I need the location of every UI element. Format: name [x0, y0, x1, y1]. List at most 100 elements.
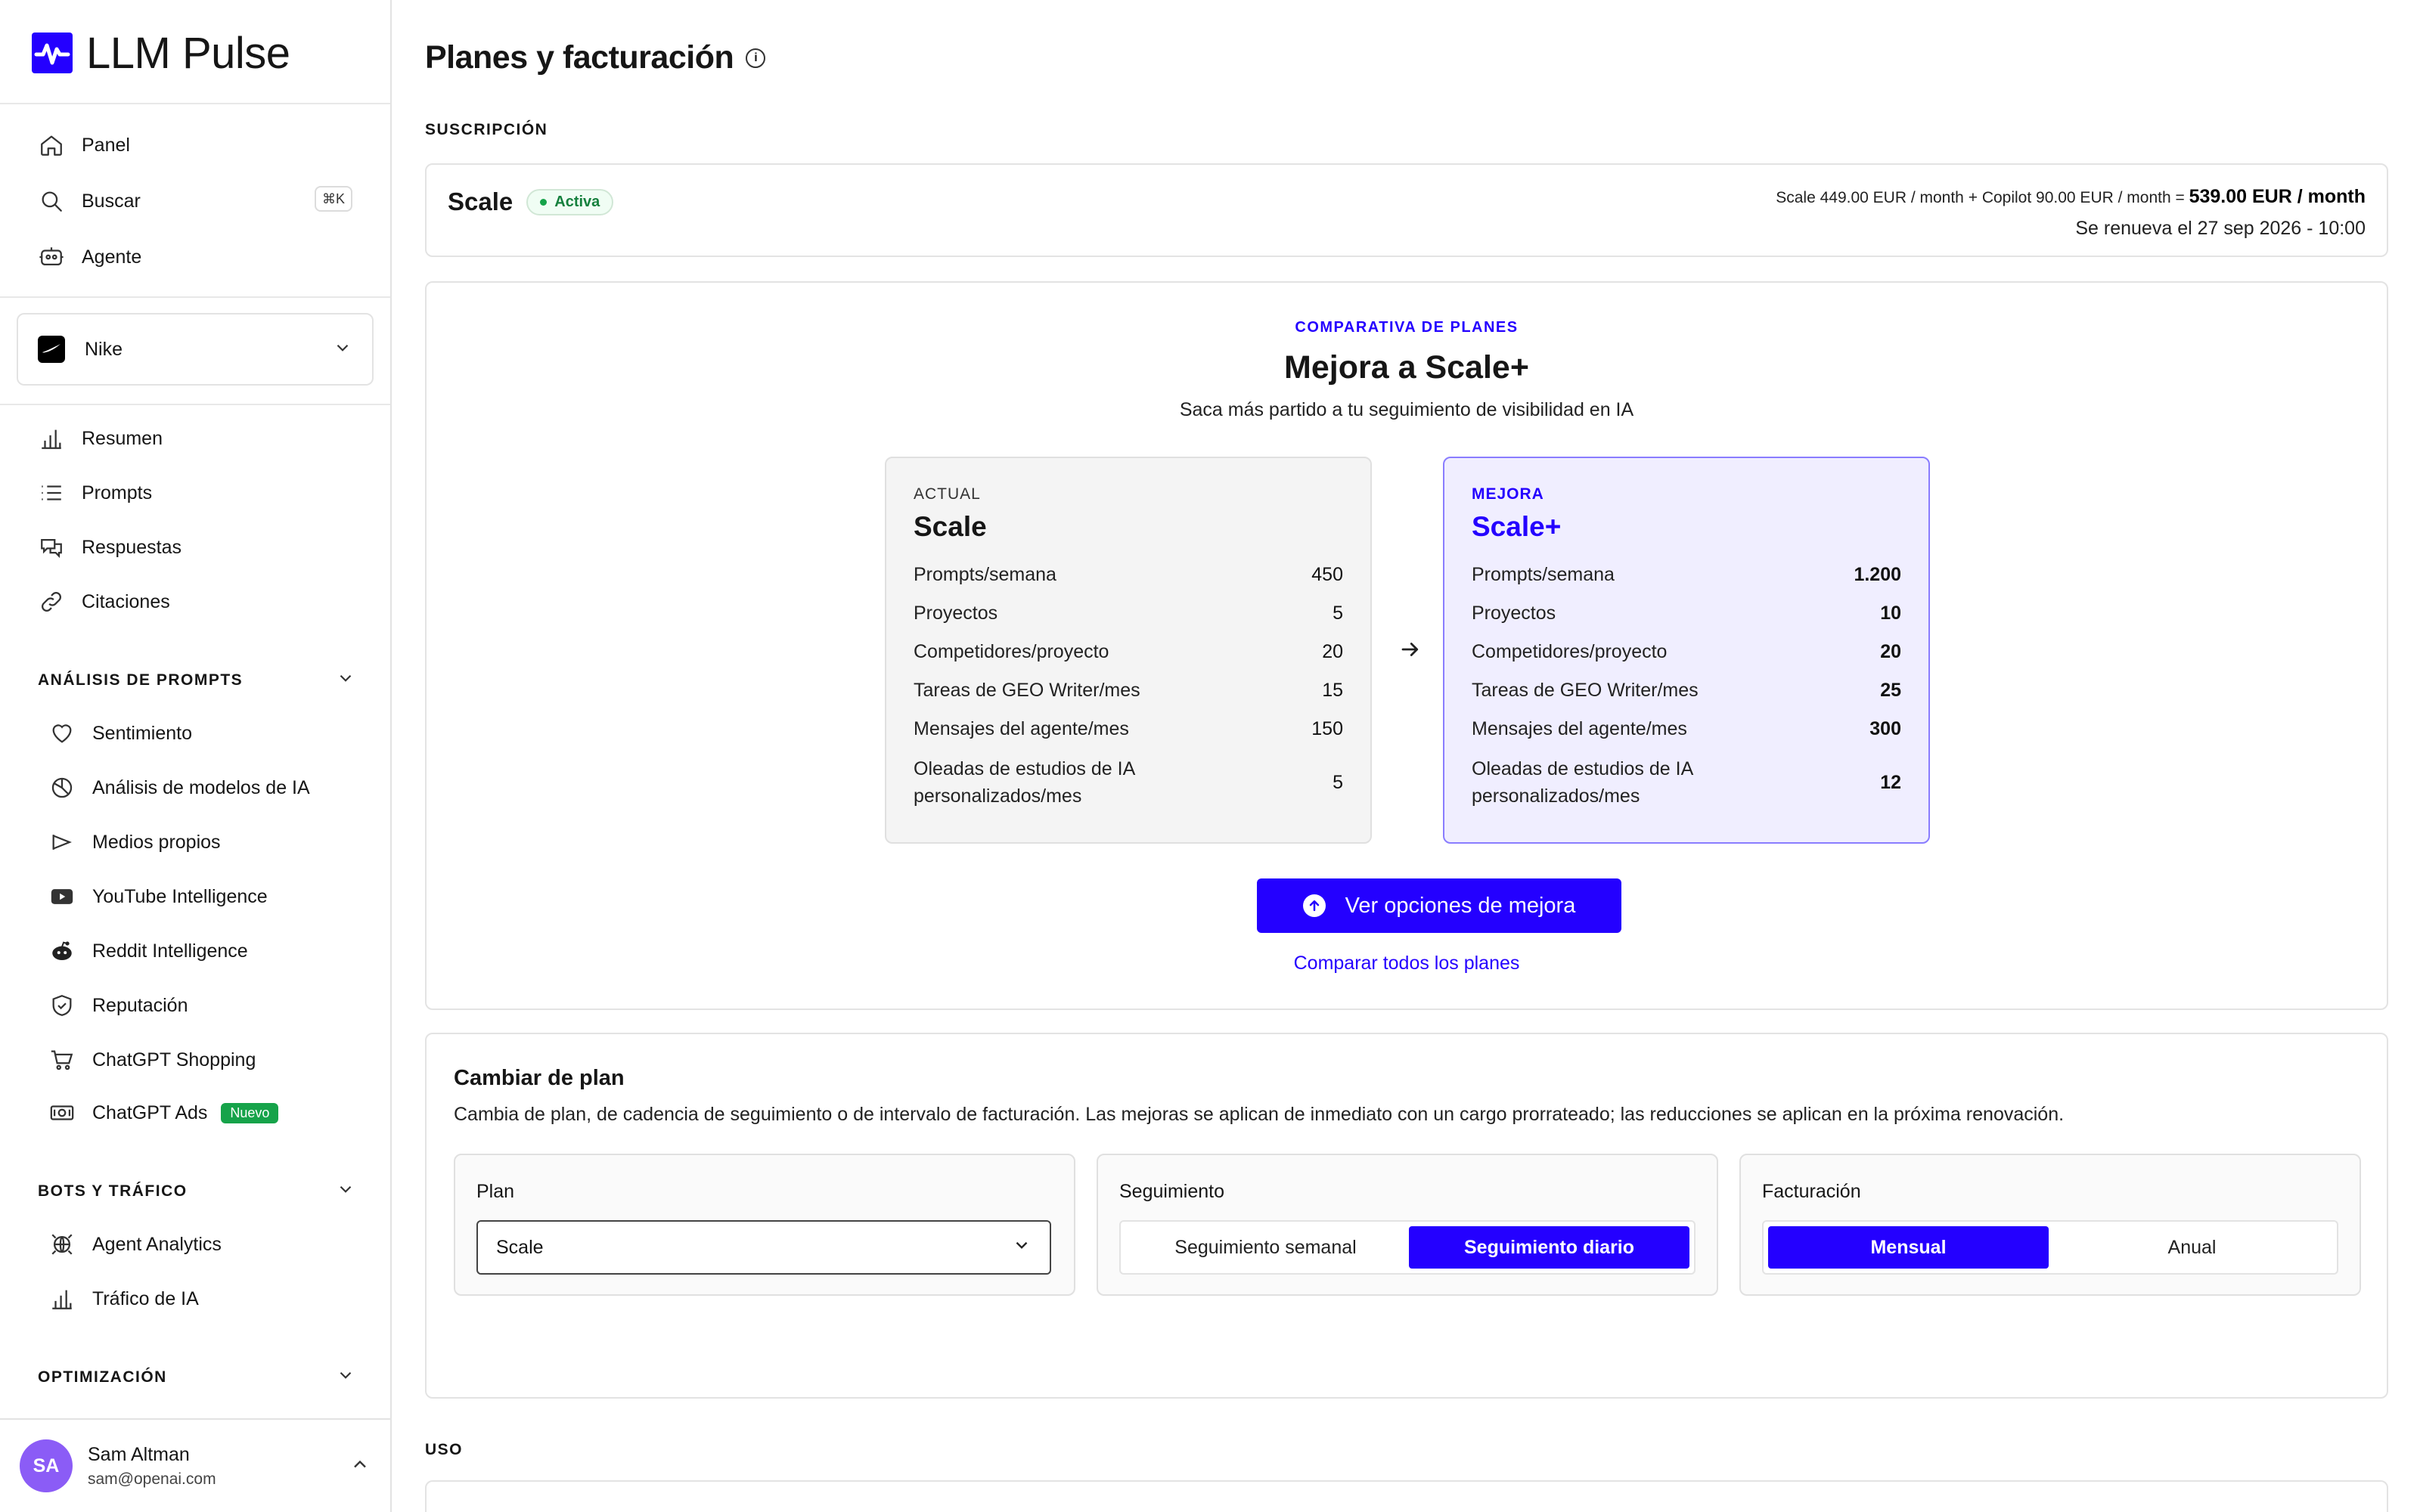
subscription-label: SUSCRIPCIÓN: [425, 121, 548, 138]
sidebar-item-label: Reddit Intelligence: [92, 940, 248, 962]
page-title: Planes y facturación i: [425, 39, 766, 76]
sidebar-item-youtube[interactable]: YouTube Intelligence: [48, 875, 268, 918]
sidebar-item-owned-media[interactable]: Medios propios: [48, 821, 221, 863]
robot-icon: [38, 243, 65, 271]
plan-label: Plan: [476, 1181, 515, 1202]
sidebar-item-chatgpt-shopping[interactable]: ChatGPT Shopping: [48, 1039, 256, 1081]
feature-row: Oleadas de estudios de IA personalizados…: [1472, 755, 1901, 810]
app-logo[interactable]: LLM Pulse: [32, 28, 290, 78]
change-plan-card: Cambiar de plan Cambia de plan, de caden…: [425, 1033, 2388, 1399]
sidebar-item-prompts[interactable]: Prompts: [38, 472, 152, 514]
sidebar-item-label: Respuestas: [82, 536, 182, 558]
tracking-weekly-option[interactable]: Seguimiento semanal: [1125, 1226, 1406, 1269]
main-content: Planes y facturación i SUSCRIPCIÓN Scale…: [393, 0, 2420, 1512]
feature-row: Competidores/proyecto 20: [1472, 640, 1901, 664]
feature-row: Mensajes del agente/mes 300: [1472, 717, 1901, 741]
feature-value: 12: [1880, 772, 1901, 793]
link-text[interactable]: Comparar todos los planes: [1294, 953, 1520, 974]
tracking-daily-option[interactable]: Seguimiento diario: [1409, 1226, 1689, 1269]
feature-value: 1.200: [1854, 564, 1901, 585]
usage-label: USO: [425, 1441, 464, 1458]
pie-chart-icon: [48, 774, 76, 801]
plan-name: Scale+: [1472, 511, 1562, 542]
price-plus: +: [1968, 189, 1978, 206]
page-title-text: Planes y facturación: [425, 39, 734, 76]
pulse-logo-icon: [32, 33, 73, 73]
feature-row: Oleadas de estudios de IA personalizados…: [914, 755, 1343, 810]
sidebar-item-ai-models[interactable]: Análisis de modelos de IA: [48, 767, 310, 809]
chevron-down-icon: [333, 338, 352, 361]
nike-logo-icon: [38, 336, 65, 363]
sidebar-item-agent-analytics[interactable]: Agent Analytics: [48, 1223, 222, 1266]
search-icon: [38, 187, 65, 215]
cart-icon: [48, 1046, 76, 1074]
project-selector[interactable]: Nike: [17, 313, 374, 386]
feature-value: 15: [1322, 680, 1343, 701]
compare-all-plans-link[interactable]: Comparar todos los planes: [427, 953, 2387, 974]
info-icon[interactable]: i: [746, 48, 766, 68]
sidebar-item-label: Sentimiento: [92, 722, 193, 744]
sidebar-item-search[interactable]: Buscar: [38, 180, 141, 222]
sidebar-item-panel[interactable]: Panel: [38, 124, 130, 166]
home-icon: [38, 132, 65, 159]
sidebar-item-reddit[interactable]: Reddit Intelligence: [48, 930, 248, 972]
heart-icon: [48, 720, 76, 747]
sidebar-item-label: Resumen: [82, 427, 163, 449]
current-plan-box: ACTUAL Scale Prompts/semana 450 Proyectos…: [885, 457, 1372, 844]
user-name: Sam Altman: [88, 1443, 190, 1465]
sidebar-item-label: YouTube Intelligence: [92, 885, 268, 907]
sidebar-item-citaciones[interactable]: Citaciones: [38, 581, 170, 623]
feature-value: 300: [1869, 718, 1901, 739]
sidebar-item-label: Tráfico de IA: [92, 1287, 199, 1309]
price-base-label: Scale: [1776, 189, 1816, 206]
plan-comparison-card: COMPARATIVA DE PLANES Mejora a Scale+ Sa…: [425, 281, 2388, 1010]
sidebar-item-agent[interactable]: Agente: [38, 236, 141, 278]
section-optimization[interactable]: OPTIMIZACIÓN: [38, 1362, 355, 1393]
plan-option-box: Plan Scale: [454, 1154, 1075, 1296]
feature-value: 450: [1311, 564, 1343, 585]
bar-chart-icon: [38, 425, 65, 452]
plan-tag: MEJORA: [1472, 485, 1544, 503]
chevron-down-icon: [336, 1179, 355, 1204]
app-name: LLM Pulse: [86, 28, 290, 78]
chevron-up-icon: [349, 1454, 371, 1479]
price-addon: 90.00 EUR / month: [2036, 189, 2171, 206]
list-icon: [38, 479, 65, 507]
feature-label: Competidores/proyecto: [914, 641, 1109, 662]
sidebar-item-reputacion[interactable]: Reputación: [48, 984, 188, 1027]
feature-label: Proyectos: [1472, 603, 1556, 624]
youtube-icon: [48, 883, 76, 910]
sidebar-item-respuestas[interactable]: Respuestas: [38, 526, 182, 569]
view-upgrade-options-button[interactable]: Ver opciones de mejora: [1257, 878, 1621, 933]
reddit-icon: [48, 937, 76, 965]
sidebar-item-label: Análisis de modelos de IA: [92, 776, 310, 798]
button-label: Ver opciones de mejora: [1345, 893, 1576, 918]
search-shortcut: ⌘K: [315, 186, 352, 212]
sidebar-item-sentimiento[interactable]: Sentimiento: [48, 712, 192, 754]
feature-label: Oleadas de estudios de IA personalizados…: [914, 758, 1134, 807]
plan-select[interactable]: Scale: [476, 1220, 1051, 1275]
feature-value: 20: [1880, 641, 1901, 662]
sidebar-item-label: Agente: [82, 246, 142, 268]
subscription-plan-name: Scale: [448, 187, 513, 215]
feature-value: 5: [1333, 772, 1343, 793]
section-prompt-analysis[interactable]: ANÁLISIS DE PROMPTS: [38, 665, 355, 696]
sidebar-item-ai-traffic[interactable]: Tráfico de IA: [48, 1278, 199, 1320]
sidebar-item-chatgpt-ads[interactable]: ChatGPT Ads Nuevo: [48, 1092, 279, 1134]
sidebar: LLM Pulse Panel Buscar ⌘K Agente Nike Re…: [0, 0, 392, 1512]
feature-row: Prompts/semana 450: [914, 562, 1343, 587]
feature-row: Tareas de GEO Writer/mes 15: [914, 678, 1343, 702]
billing-annual-option[interactable]: Anual: [2052, 1226, 2332, 1269]
section-bots-traffic[interactable]: BOTS Y TRÁFICO: [38, 1176, 355, 1207]
billing-monthly-option[interactable]: Mensual: [1768, 1226, 2049, 1269]
feature-label: Competidores/proyecto: [1472, 641, 1668, 662]
user-menu[interactable]: SA Sam Altman sam@openai.com: [0, 1418, 390, 1512]
shield-icon: [48, 992, 76, 1019]
sidebar-item-resumen[interactable]: Resumen: [38, 417, 163, 460]
feature-label: Prompts/semana: [1472, 564, 1615, 585]
upgrade-plan-box: MEJORA Scale+ Prompts/semana 1.200 Proyec…: [1443, 457, 1930, 844]
feature-label: Mensajes del agente/mes: [1472, 718, 1687, 739]
section-title: ANÁLISIS DE PROMPTS: [38, 671, 244, 689]
feature-value: 25: [1880, 680, 1901, 701]
link-icon: [38, 588, 65, 615]
